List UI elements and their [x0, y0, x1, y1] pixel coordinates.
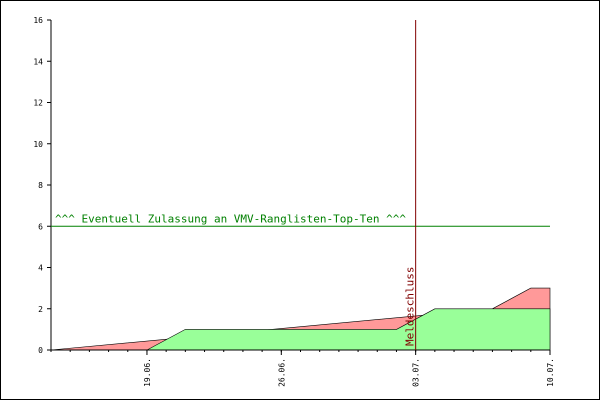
x-tick-label: 19.06. [143, 358, 152, 387]
y-tick-label: 10 [33, 140, 43, 149]
y-tick-label: 16 [33, 16, 43, 25]
deadline-label: Meldeschluss [404, 267, 417, 346]
y-tick-label: 4 [38, 264, 43, 273]
chart-frame: 0 2 4 6 8 10 12 14 16 19.06. 26.06. 03.07. 10.07. ^^… [0, 0, 600, 400]
threshold-label: ^^^ Eventuell Zulassung an VMV-Rangliste… [55, 212, 406, 225]
y-tick-label: 14 [33, 57, 43, 66]
area-chart: 0 2 4 6 8 10 12 14 16 19.06. 26.06. 03.07. 10.07. ^^… [33, 16, 555, 387]
series-areas [50, 287, 551, 351]
y-tick-label: 0 [38, 346, 43, 355]
x-tick-label: 26.06. [277, 358, 286, 387]
y-tick-label: 2 [38, 305, 43, 314]
x-tick-label: 10.07. [546, 358, 555, 387]
y-tick-label: 12 [33, 99, 43, 108]
axes [47, 19, 551, 355]
y-tick-label: 6 [38, 222, 43, 231]
y-tick-label: 8 [38, 181, 43, 190]
x-tick-label: 03.07. [412, 358, 421, 387]
annotations: ^^^ Eventuell Zulassung an VMV-Rangliste… [51, 20, 550, 350]
